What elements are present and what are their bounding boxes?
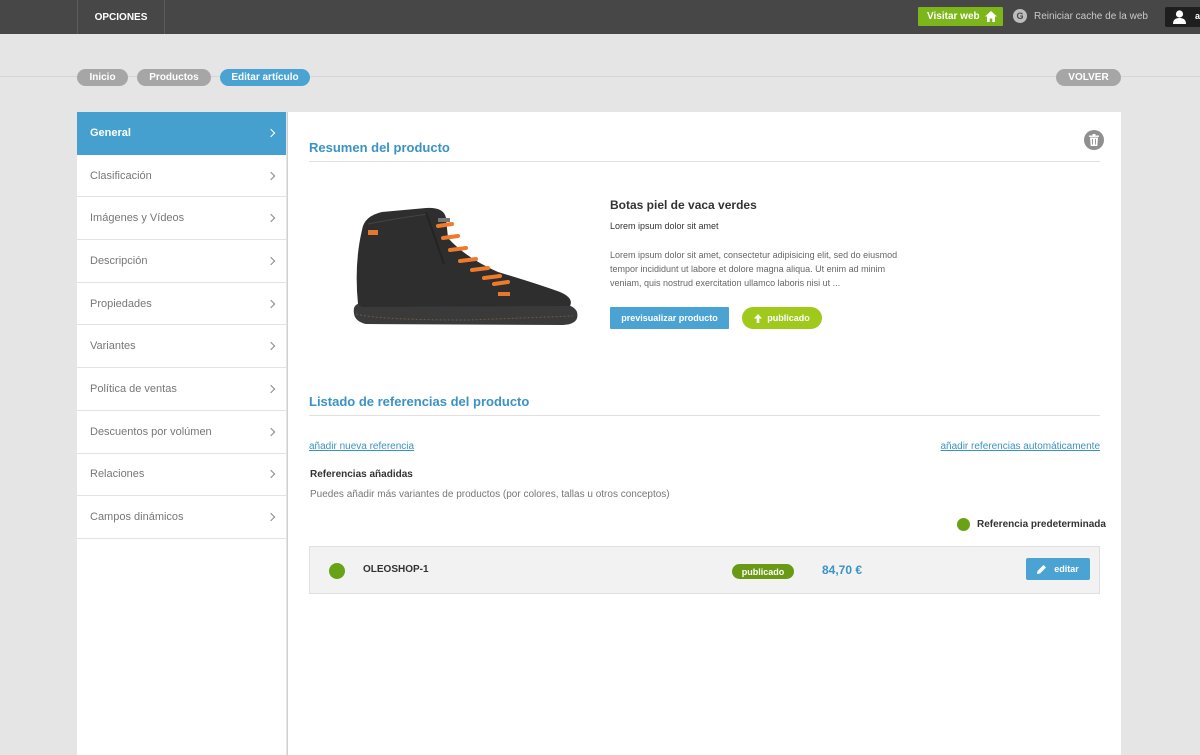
trash-icon [1089,134,1099,146]
sidebar-item-description[interactable]: Descripción [77,240,286,283]
sidebar-item-label: Descuentos por volúmen [90,425,212,438]
sidebar-item-label: Descripción [90,254,148,267]
top-bar: OPCIONES Visitar web G Reiniciar cache d… [0,0,1200,34]
legend-label: Referencia predeterminada [977,519,1106,530]
breadcrumb-products[interactable]: Productos [137,69,211,86]
chevron-right-icon [266,129,276,138]
sidebar-item-general[interactable]: General [77,112,286,155]
default-indicator-icon[interactable] [329,563,345,579]
published-toggle-button[interactable]: publicado [742,307,822,329]
references-help-text: Puedes añadir más variantes de productos… [310,489,670,500]
sidebar: General Clasificación Imágenes y Vídeos … [77,112,286,755]
reset-cache-label: Reiniciar cache de la web [1034,10,1148,22]
product-name: Botas piel de vaca verdes [610,198,757,212]
reset-cache-link[interactable]: G Reiniciar cache de la web [1013,9,1148,23]
status-badge: publicado [732,564,794,579]
product-subtitle: Lorem ipsum dolor sit amet [610,221,719,231]
sidebar-item-properties[interactable]: Propiedades [77,283,286,326]
default-indicator-icon [957,518,970,531]
sidebar-item-images-videos[interactable]: Imágenes y Vídeos [77,197,286,241]
sidebar-item-label: General [90,127,131,140]
sidebar-item-label: Campos dinámicos [90,511,184,524]
reference-price: 84,70 € [822,563,863,577]
visit-web-button[interactable]: Visitar web [918,7,1003,26]
sidebar-item-label: Relaciones [90,468,145,481]
sidebar-item-label: Propiedades [90,297,152,310]
chevron-right-icon [266,427,276,436]
default-reference-legend: Referencia predeterminada [957,518,1106,531]
user-initial: a [1195,11,1200,21]
reset-cache-icon: G [1013,9,1027,23]
sidebar-item-dynamic-fields[interactable]: Campos dinámicos [77,496,286,539]
sidebar-item-label: Clasificación [90,169,152,182]
reference-code: OLEOSHOP-1 [363,564,429,575]
edit-reference-button[interactable]: editar [1026,558,1090,580]
user-icon [1173,10,1186,24]
chevron-right-icon [266,256,276,266]
summary-title: Resumen del producto [309,140,450,155]
delete-button[interactable] [1084,130,1104,150]
edit-label: editar [1054,564,1079,574]
sidebar-item-label: Imágenes y Vídeos [90,212,185,225]
home-icon [985,11,997,22]
chevron-right-icon [266,342,276,351]
chevron-right-icon [266,213,276,223]
published-label: publicado [767,313,810,323]
arrow-up-icon [754,313,763,323]
references-heading: Referencias añadidas [310,469,413,480]
options-menu[interactable]: OPCIONES [77,0,165,34]
chevron-right-icon [266,384,276,394]
breadcrumb-home[interactable]: Inicio [77,69,128,86]
sidebar-item-volume-discounts[interactable]: Descuentos por volúmen [77,411,286,454]
chevron-right-icon [266,171,276,180]
sidebar-item-variants[interactable]: Variantes [77,325,286,369]
sidebar-item-label: Variantes [90,340,136,353]
user-menu[interactable]: a [1165,7,1200,27]
pencil-icon [1037,564,1047,574]
chevron-right-icon [266,470,276,479]
sidebar-item-label: Política de ventas [90,382,177,395]
section-divider [309,415,1100,416]
product-description: Lorem ipsum dolor sit amet, consectetur … [610,250,898,288]
main-panel: Resumen del producto Botas piel de vaca … [287,112,1121,755]
product-image [353,207,578,325]
sidebar-item-sales-policy[interactable]: Política de ventas [77,368,286,411]
breadcrumb-edit-item[interactable]: Editar artículo [220,69,310,86]
back-button[interactable]: VOLVER [1056,69,1121,86]
preview-product-button[interactable]: previsualizar producto [610,307,729,329]
add-reference-link[interactable]: añadir nueva referencia [309,441,414,452]
chevron-right-icon [266,512,276,522]
sidebar-item-classification[interactable]: Clasificación [77,155,286,198]
visit-web-label: Visitar web [927,11,980,22]
auto-add-references-link[interactable]: añadir referencias automáticamente [940,441,1100,452]
chevron-right-icon [266,299,276,308]
sidebar-item-relations[interactable]: Relaciones [77,454,286,497]
reference-row: OLEOSHOP-1 publicado 84,70 € editar [309,546,1100,594]
references-title: Listado de referencias del producto [309,394,530,409]
section-divider [309,161,1100,162]
